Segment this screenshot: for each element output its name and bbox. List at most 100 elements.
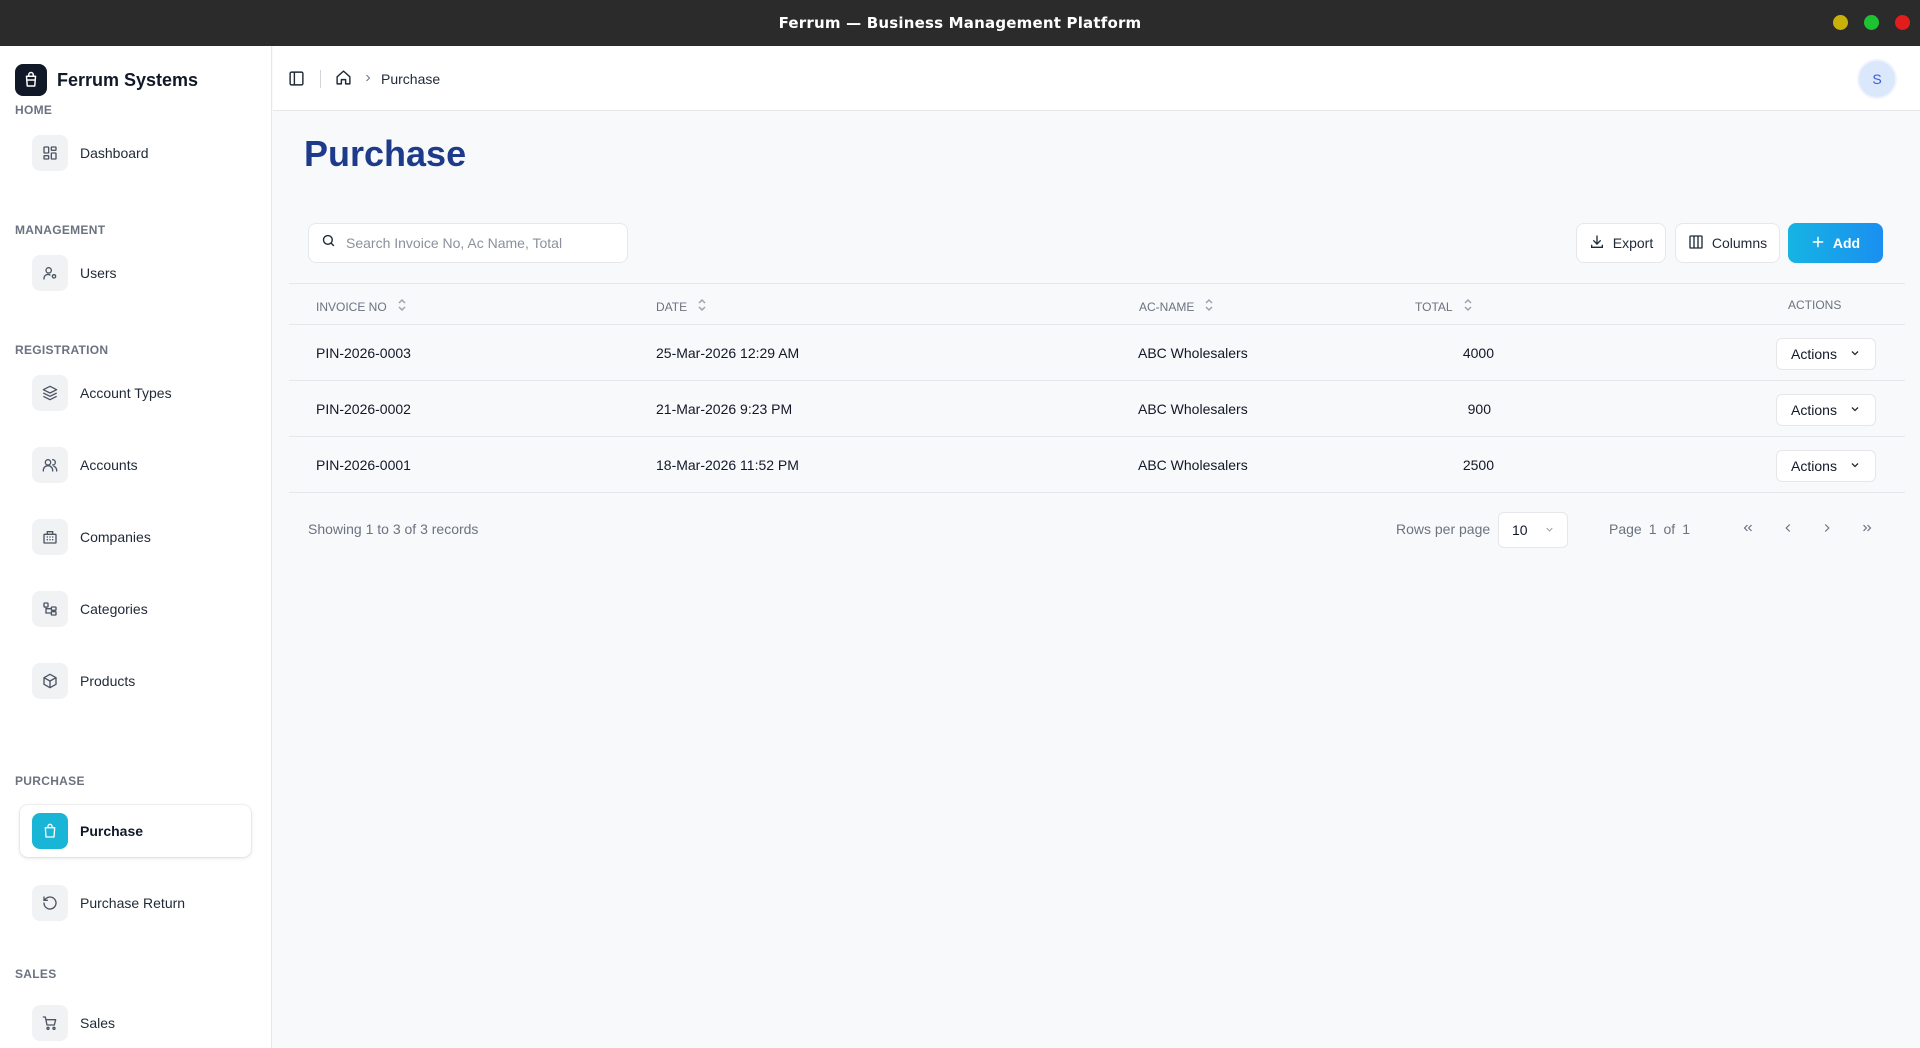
- divider: [320, 70, 321, 88]
- section-label-purchase: PURCHASE: [15, 774, 85, 788]
- chevron-left-icon: [1781, 521, 1795, 540]
- add-button[interactable]: Add: [1788, 223, 1883, 263]
- search-box: [308, 223, 628, 263]
- last-page-button[interactable]: [1852, 515, 1882, 545]
- column-header-label: INVOICE NO: [316, 299, 387, 314]
- brand-name: Ferrum Systems: [57, 69, 199, 90]
- sidebar-item-categories[interactable]: Categories: [20, 583, 251, 635]
- cell-ac-name: ABC Wholesalers: [1138, 345, 1248, 361]
- column-header-date[interactable]: DATE: [656, 298, 707, 315]
- close-button[interactable]: [1895, 15, 1910, 30]
- sidebar-item-label: Purchase Return: [80, 895, 186, 911]
- column-header-label: ACTIONS: [1788, 298, 1842, 312]
- sidebar-item-dashboard[interactable]: Dashboard: [20, 127, 251, 179]
- sidebar-item-label: Accounts: [80, 457, 138, 473]
- columns-button[interactable]: Columns: [1675, 223, 1780, 263]
- row-actions-button[interactable]: Actions: [1776, 338, 1876, 370]
- column-header-invoice-no[interactable]: INVOICE NO: [316, 298, 407, 315]
- cell-total: 2500: [1462, 457, 1494, 473]
- page-title: Purchase: [304, 133, 467, 174]
- sidebar-item-products[interactable]: Products: [20, 655, 251, 707]
- topbar: Purchase S: [273, 46, 1920, 111]
- chevron-right-icon: [362, 71, 374, 90]
- maximize-button[interactable]: [1864, 15, 1879, 30]
- column-header-total[interactable]: TOTAL: [1415, 298, 1473, 315]
- cell-ac-name: ABC Wholesalers: [1138, 457, 1248, 473]
- current-page: 1: [1648, 521, 1657, 537]
- sidebar-item-label: Products: [80, 673, 136, 689]
- column-header-label: DATE: [656, 299, 688, 314]
- section-label-management: MANAGEMENT: [15, 223, 106, 237]
- package-icon: [15, 64, 47, 96]
- prev-page-button[interactable]: [1773, 515, 1803, 545]
- sidebar-item-users[interactable]: Users: [20, 247, 251, 299]
- row-actions-label: Actions: [1791, 346, 1837, 362]
- sidebar-item-purchase[interactable]: Purchase: [20, 805, 251, 857]
- chevron-right-icon: [1820, 521, 1834, 540]
- search-input[interactable]: [346, 235, 616, 251]
- breadcrumb-current: Purchase: [381, 71, 441, 87]
- rotate-ccw-icon: [32, 885, 68, 921]
- cell-date: 25-Mar-2026 12:29 AM: [656, 345, 800, 361]
- rows-per-page-value: 10: [1512, 522, 1528, 538]
- column-header-label: AC-NAME: [1139, 299, 1195, 314]
- sidebar-item-label: Categories: [80, 601, 148, 617]
- box-icon: [32, 663, 68, 699]
- chevron-down-icon: [1849, 458, 1861, 474]
- avatar[interactable]: S: [1859, 61, 1895, 97]
- window-controls: [1833, 15, 1910, 30]
- sidebar-item-purchase-return[interactable]: Purchase Return: [20, 877, 251, 929]
- table-row: PIN-2026-0002 21-Mar-2026 9:23 PM ABC Wh…: [289, 381, 1905, 437]
- minimize-button[interactable]: [1833, 15, 1848, 30]
- tree-icon: [32, 591, 68, 627]
- chevron-down-icon: [1849, 346, 1861, 362]
- cell-invoice-no: PIN-2026-0003: [316, 345, 411, 361]
- cell-total: 4000: [1462, 345, 1494, 361]
- sidebar-item-companies[interactable]: Companies: [20, 511, 251, 563]
- sort-icon: [697, 298, 707, 315]
- users-icon: [32, 447, 68, 483]
- cell-invoice-no: PIN-2026-0001: [316, 457, 411, 473]
- sidebar-item-label: Companies: [80, 529, 151, 545]
- sidebar-item-sales[interactable]: Sales: [20, 997, 251, 1048]
- sidebar: Ferrum Systems HOME Dashboard MANAGEMENT…: [0, 46, 272, 1048]
- records-summary: Showing 1 to 3 of 3 records: [308, 521, 479, 537]
- sidebar-item-label: Account Types: [80, 385, 172, 401]
- building-icon: [32, 519, 68, 555]
- rows-per-page-label: Rows per page: [1396, 521, 1491, 537]
- home-icon[interactable]: [335, 69, 352, 91]
- download-icon: [1589, 234, 1605, 253]
- cell-total: 900: [1467, 401, 1491, 417]
- sidebar-item-accounts[interactable]: Accounts: [20, 439, 251, 491]
- sidebar-toggle-icon[interactable]: [288, 70, 306, 88]
- next-page-button[interactable]: [1812, 515, 1842, 545]
- table-row: PIN-2026-0003 25-Mar-2026 12:29 AM ABC W…: [289, 325, 1905, 381]
- chevron-down-icon: [1544, 522, 1555, 538]
- export-label: Export: [1612, 235, 1654, 251]
- sidebar-item-label: Dashboard: [80, 145, 149, 161]
- shopping-cart-icon: [32, 1005, 68, 1041]
- column-header-ac-name[interactable]: AC-NAME: [1139, 298, 1214, 315]
- export-button[interactable]: Export: [1576, 223, 1666, 263]
- cell-date: 18-Mar-2026 11:52 PM: [656, 457, 799, 473]
- sidebar-item-account-types[interactable]: Account Types: [20, 367, 251, 419]
- sort-icon: [1463, 298, 1473, 315]
- page-label: Page: [1609, 521, 1642, 537]
- sidebar-item-label: Users: [80, 265, 117, 281]
- rows-per-page-select[interactable]: 10: [1498, 512, 1568, 548]
- sidebar-item-label: Purchase: [80, 823, 144, 839]
- section-label-registration: REGISTRATION: [15, 343, 109, 357]
- row-actions-button[interactable]: Actions: [1776, 394, 1876, 426]
- first-page-button[interactable]: [1733, 515, 1763, 545]
- brand[interactable]: Ferrum Systems: [15, 64, 198, 96]
- columns-label: Columns: [1711, 235, 1768, 251]
- add-label: Add: [1832, 235, 1861, 251]
- chevrons-left-icon: [1741, 521, 1755, 540]
- column-header-label: TOTAL: [1415, 299, 1453, 314]
- cell-date: 21-Mar-2026 9:23 PM: [656, 401, 793, 417]
- window-titlebar: Ferrum — Business Management Platform: [0, 0, 1920, 46]
- section-label-home: HOME: [15, 103, 53, 117]
- chevrons-right-icon: [1860, 521, 1874, 540]
- row-actions-button[interactable]: Actions: [1776, 450, 1876, 482]
- shopping-bag-icon: [32, 813, 68, 849]
